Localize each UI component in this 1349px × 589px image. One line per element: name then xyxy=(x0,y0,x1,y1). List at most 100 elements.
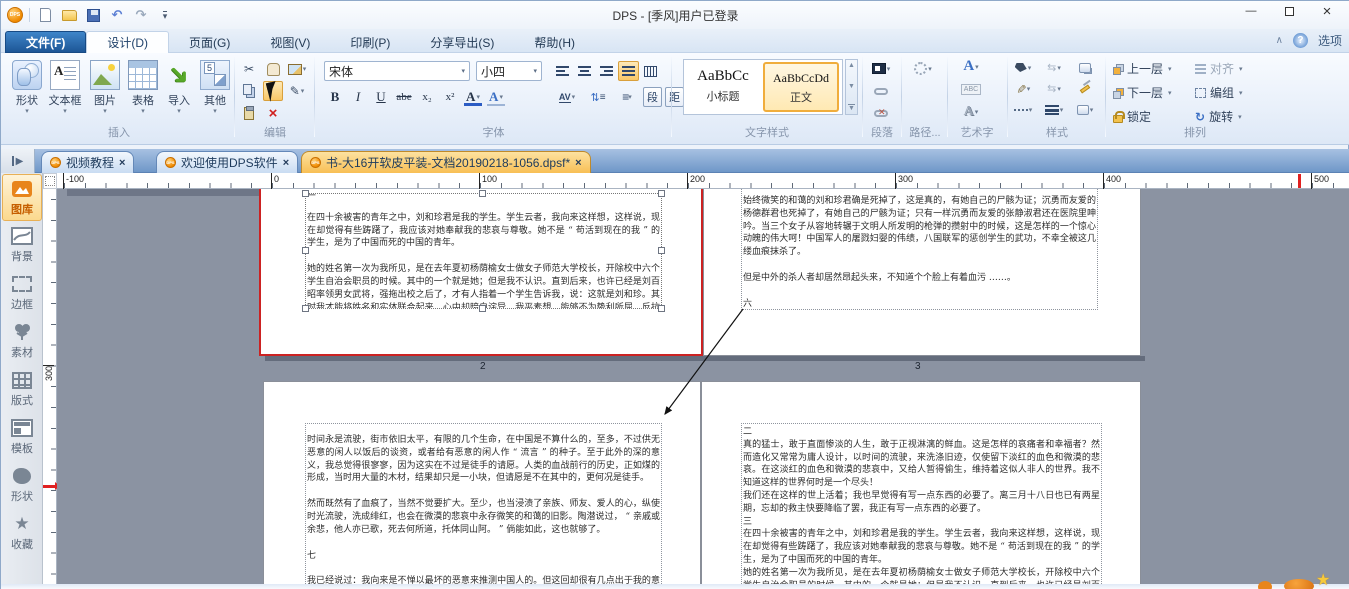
tab-view[interactable]: 视图(V) xyxy=(250,31,330,53)
insert-table-button[interactable]: 表格 ▾ xyxy=(123,57,163,123)
tab-print[interactable]: 印刷(P) xyxy=(330,31,410,53)
resize-handle-n[interactable] xyxy=(479,190,486,197)
sidebar-item-shape[interactable]: 形状 xyxy=(2,462,42,509)
path-tool-button[interactable]: ▾ xyxy=(911,59,935,78)
resize-handle-ne[interactable] xyxy=(658,190,665,197)
align-objects-button[interactable]: 对齐 ▾ xyxy=(1195,59,1243,78)
font-name-combo[interactable]: 宋体 ▾ xyxy=(324,61,470,81)
v-spacing-button[interactable]: ⇆ ▾ xyxy=(1042,79,1066,98)
sidebar-item-template[interactable]: 模板 xyxy=(2,414,42,461)
resize-handle-e[interactable] xyxy=(658,247,665,254)
wordart-edit-button[interactable]: ABC xyxy=(959,80,983,99)
restore-button[interactable] xyxy=(1270,1,1308,21)
frame-tool-button[interactable]: ▾ xyxy=(287,59,307,79)
doc-tab-book-active[interactable]: DPS 书-大16开软皮平装-文档20190218-1056.dpsf* × xyxy=(301,151,591,173)
collapse-ribbon-icon[interactable]: ∧ xyxy=(1276,35,1283,46)
char-effect-button[interactable]: A ▾ xyxy=(485,87,507,107)
options-button[interactable]: 选项 xyxy=(1318,32,1342,49)
doc-tab-tutorial[interactable]: DPS 视频教程 × xyxy=(41,151,135,173)
close-tab-icon[interactable]: × xyxy=(575,157,581,169)
sidebar-item-layout[interactable]: 版式 xyxy=(2,366,42,413)
underline-button[interactable]: U xyxy=(370,87,392,107)
sidebar-item-material[interactable]: 素材 xyxy=(2,318,42,365)
sidebar-item-background[interactable]: 背景 xyxy=(2,222,42,269)
document-canvas[interactable]: 三 在四十余被害的青年之中，刘和珍君是我的学生。学生云者，我向来这样想，这样说，… xyxy=(57,189,1349,586)
select-tool-button[interactable] xyxy=(263,80,283,102)
fill-color-button[interactable]: ▾ xyxy=(1011,58,1035,77)
link-frames-button[interactable] xyxy=(869,82,893,101)
copy-button[interactable] xyxy=(239,81,259,101)
paste-button[interactable] xyxy=(239,103,259,123)
justify-button[interactable] xyxy=(618,61,639,81)
scroll-down-icon[interactable]: ▼ xyxy=(848,83,855,90)
textbox-page5[interactable]: 二 真的猛士，敢于直面惨淡的人生，敢于正视淋漓的鲜血。这是怎样的哀痛者和幸福者？… xyxy=(741,423,1102,586)
pan-hand-button[interactable] xyxy=(263,59,283,79)
unlink-frames-button[interactable] xyxy=(869,104,893,123)
delete-button[interactable]: × xyxy=(263,103,283,123)
style-card-body[interactable]: AaBbCcDd 正文 xyxy=(763,62,839,112)
close-tab-icon[interactable]: × xyxy=(283,157,289,169)
align-left-button[interactable] xyxy=(552,61,573,81)
tab-design[interactable]: 设计(D) xyxy=(86,31,169,53)
format-painter-button[interactable] xyxy=(1073,79,1097,98)
vertical-text-button[interactable] xyxy=(640,61,661,81)
send-backward-button[interactable]: 下一层 ▾ xyxy=(1113,83,1172,102)
text-wrap-button[interactable]: ▾ xyxy=(869,59,893,78)
scroll-up-icon[interactable]: ▲ xyxy=(848,62,855,69)
gallery-more-icon[interactable]: ▼ xyxy=(848,104,855,112)
sidebar-item-border[interactable]: 边框 xyxy=(2,270,42,317)
columns-button[interactable]: ≡ ▾ xyxy=(614,87,640,107)
textbox-page3[interactable]: 始终微笑的和蔼的刘和珍君确是死掉了，这是真的，有她自己的尸骸为证；沉勇而友爱的杨… xyxy=(741,189,1098,310)
sidebar-item-gallery[interactable]: 图库 xyxy=(2,174,42,221)
subscript-button[interactable]: x₂ xyxy=(416,87,438,107)
tab-share-export[interactable]: 分享导出(S) xyxy=(410,31,514,53)
gallery-scroll[interactable]: ▲ ▼ ▼ xyxy=(845,59,858,115)
insert-shape-button[interactable]: 形状 ▾ xyxy=(7,57,47,123)
insert-textbox-button[interactable]: 文本框▾ xyxy=(45,57,85,123)
align-center-button[interactable] xyxy=(574,61,595,81)
group-objects-button[interactable]: 编组 ▾ xyxy=(1195,83,1243,102)
close-tab-icon[interactable]: × xyxy=(119,157,125,169)
copy-style-button[interactable] xyxy=(1073,58,1097,77)
align-right-button[interactable] xyxy=(596,61,617,81)
sidebar-item-favorites[interactable]: ★ 收藏 xyxy=(2,510,42,557)
insert-other-button[interactable]: 其他▾ xyxy=(195,57,235,123)
h-spacing-button[interactable]: ⇆ ▾ xyxy=(1042,58,1066,77)
resize-handle-s[interactable] xyxy=(479,305,486,312)
char-spacing-button[interactable]: AV ▾ xyxy=(552,87,582,107)
font-size-combo[interactable]: 小四 ▾ xyxy=(476,61,542,81)
line-color-button[interactable]: ✎ ▾ xyxy=(1011,79,1035,98)
close-button[interactable]: × xyxy=(1308,1,1346,21)
textbox-page4[interactable]: 时间永是流驶，街市依旧太平，有限的几个生命，在中国是不算什么的，至多，不过供无恶… xyxy=(305,423,662,586)
pen-tool-button[interactable]: ✎ ▾ xyxy=(287,81,307,101)
superscript-button[interactable]: x² xyxy=(439,87,461,107)
italic-button[interactable]: I xyxy=(347,87,369,107)
resize-handle-w[interactable] xyxy=(302,247,309,254)
minimize-button[interactable]: — xyxy=(1232,1,1270,21)
resize-handle-se[interactable] xyxy=(658,305,665,312)
paragraph-panel-button[interactable]: 段 xyxy=(643,87,662,107)
doc-tab-welcome[interactable]: DPS 欢迎使用DPS软件 × xyxy=(156,151,299,173)
style-card-subtitle[interactable]: AaBbCc 小标题 xyxy=(685,62,761,112)
strikethrough-button[interactable]: abe xyxy=(393,87,415,107)
dash-style-button[interactable]: ▾ xyxy=(1011,100,1035,119)
insert-picture-button[interactable]: 图片 ▾ xyxy=(85,57,125,123)
resize-handle-sw[interactable] xyxy=(302,305,309,312)
help-icon[interactable]: ? xyxy=(1292,33,1308,48)
shape-style-button[interactable]: ▾ xyxy=(1073,100,1097,119)
resize-handle-nw[interactable] xyxy=(302,190,309,197)
sidebar-expand-button[interactable]: ▶ xyxy=(1,149,35,173)
wordart-color-button[interactable]: A ▾ xyxy=(959,57,983,76)
tab-file[interactable]: 文件(F) xyxy=(5,31,87,53)
tab-page[interactable]: 页面(G) xyxy=(169,31,250,53)
bold-button[interactable]: B xyxy=(324,87,346,107)
line-width-button[interactable]: ▾ xyxy=(1042,100,1066,119)
textbox-page2-selected[interactable]: 三 在四十余被害的青年之中，刘和珍君是我的学生。学生云者，我向来这样想，这样说，… xyxy=(305,193,662,309)
line-spacing-button[interactable]: ⇅ ≡ xyxy=(585,87,611,107)
font-color-button[interactable]: A ▾ xyxy=(462,87,484,107)
insert-import-button[interactable]: 导入▾ xyxy=(159,57,199,123)
cut-button[interactable]: ✂ xyxy=(239,59,259,79)
bring-forward-button[interactable]: 上一层 ▾ xyxy=(1113,59,1172,78)
tab-help[interactable]: 帮助(H) xyxy=(514,31,595,53)
wordart-style-button[interactable]: A ▾ xyxy=(959,102,983,121)
